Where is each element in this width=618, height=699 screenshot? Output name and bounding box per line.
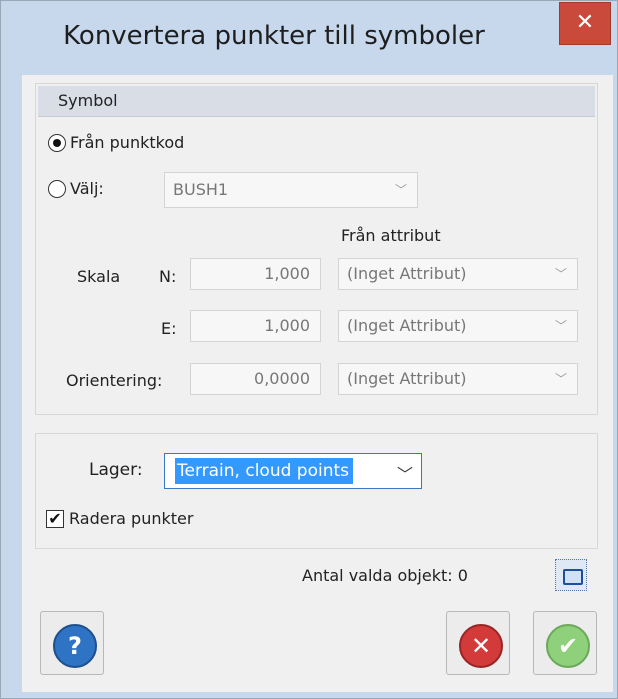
orientation-attribute-select[interactable]: (Inget Attribut) ﹀ [338, 363, 578, 395]
close-button[interactable]: ✕ [559, 2, 611, 45]
chevron-down-icon: ﹀ [396, 465, 413, 484]
question-icon: ? [53, 624, 97, 668]
dialog-body: Symbol Från punktkod Välj: BUSH1 ﹀ Från … [22, 75, 613, 692]
from-point-code-label[interactable]: Från punktkod [70, 133, 184, 152]
chevron-down-icon: ﹀ [554, 267, 567, 281]
chevron-down-icon: ﹀ [554, 372, 567, 386]
choose-symbol-label[interactable]: Välj: [70, 179, 104, 198]
choose-symbol-radio[interactable] [48, 180, 66, 198]
e-scale-input[interactable]: 1,000 [190, 310, 321, 342]
selected-count-label: Antal valda objekt: 0 [302, 566, 468, 585]
orientation-input[interactable]: 0,0000 [190, 363, 321, 395]
check-icon: ✔ [546, 624, 590, 668]
chevron-down-icon: ﹀ [554, 319, 567, 333]
window-title: Konvertera punkter till symboler [63, 21, 485, 51]
symbol-group-title: Symbol [58, 91, 118, 110]
symbol-group: Symbol Från punktkod Välj: BUSH1 ﹀ Från … [35, 83, 598, 415]
symbol-select-value: BUSH1 [173, 180, 229, 199]
select-objects-button[interactable] [555, 559, 587, 591]
chevron-down-icon: ﹀ [394, 183, 407, 197]
delete-points-checkbox[interactable]: ✔ [46, 510, 64, 528]
e-label: E: [161, 319, 177, 338]
from-point-code-radio[interactable] [48, 134, 66, 152]
cancel-button[interactable]: ✕ [446, 611, 510, 675]
layer-label: Lager: [89, 460, 143, 480]
n-scale-input[interactable]: 1,000 [190, 258, 321, 290]
orientation-attribute-value: (Inget Attribut) [347, 369, 467, 388]
n-attribute-select[interactable]: (Inget Attribut) ﹀ [338, 258, 578, 290]
x-icon: ✕ [459, 624, 503, 668]
title-bar[interactable]: Konvertera punkter till symboler ✕ [1, 1, 617, 75]
scale-label: Skala [77, 267, 121, 286]
delete-points-label[interactable]: Radera punkter [69, 509, 193, 528]
close-icon: ✕ [575, 10, 595, 35]
e-attribute-value: (Inget Attribut) [347, 316, 467, 335]
layer-select-value: Terrain, cloud points [175, 458, 354, 484]
layer-select[interactable]: Terrain, cloud points ﹀ [164, 453, 422, 489]
from-attribute-header: Från attribut [341, 226, 441, 245]
e-attribute-select[interactable]: (Inget Attribut) ﹀ [338, 310, 578, 342]
n-attribute-value: (Inget Attribut) [347, 264, 467, 283]
symbol-group-header: Symbol [38, 86, 595, 117]
help-button[interactable]: ? [40, 611, 104, 675]
layer-group [35, 433, 598, 549]
symbol-select[interactable]: BUSH1 ﹀ [164, 172, 418, 208]
select-objects-icon [563, 569, 583, 585]
orientation-label: Orientering: [66, 371, 163, 390]
ok-button[interactable]: ✔ [533, 611, 597, 675]
n-label: N: [159, 267, 177, 286]
dialog-window: Konvertera punkter till symboler ✕ Symbo… [0, 0, 618, 699]
